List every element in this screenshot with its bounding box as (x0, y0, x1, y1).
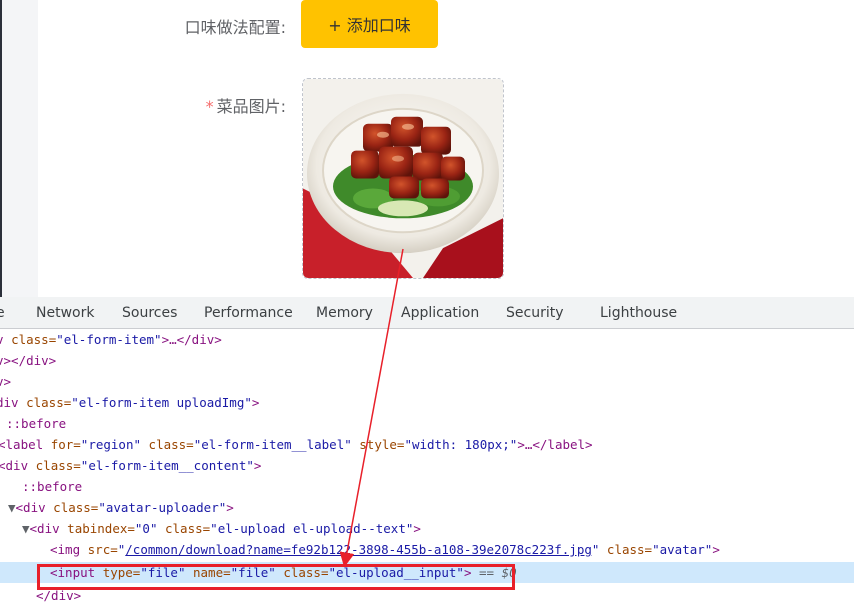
code-line-before[interactable]: ::before (6, 413, 854, 434)
flavor-config-label-text: 口味做法配置: (184, 18, 286, 37)
left-gutter (0, 0, 38, 297)
tab-network[interactable]: Network (36, 297, 94, 328)
code-attr: class= (599, 542, 653, 557)
tab-sources[interactable]: Sources (122, 297, 177, 328)
code-attr: type= (102, 565, 141, 580)
elements-tree: v class="el-form-item">…</div> v></div> … (0, 329, 854, 615)
code-tag: > (251, 395, 260, 410)
code-attr: class= (157, 521, 211, 536)
code-value: "file" (230, 565, 276, 580)
code-value: "el-upload el-upload--text" (210, 521, 414, 536)
tab-application[interactable]: Application (401, 297, 479, 328)
code-line-form-item[interactable]: v class="el-form-item">…</div> (0, 329, 850, 350)
code-tag: v (0, 332, 11, 347)
code-line-div-close[interactable]: </div> (36, 585, 854, 606)
code-attr: for= (50, 437, 81, 452)
code-pseudo: ::before (22, 479, 83, 494)
devtools-panel: e Network Sources Performance Memory App… (0, 297, 854, 615)
code-tag: <img (50, 542, 88, 557)
tab-memory[interactable]: Memory (316, 297, 373, 328)
tab-elements-partial[interactable]: e (0, 297, 5, 328)
code-value: "width: 180px;" (404, 437, 518, 452)
tab-security[interactable]: Security (506, 297, 564, 328)
devtools-tabbar: e Network Sources Performance Memory App… (0, 297, 854, 329)
code-value: "el-form-item uploadImg" (71, 395, 252, 410)
code-line-form-item-content[interactable]: <div class="el-form-item__content"> (0, 455, 852, 476)
flavor-config-label: 口味做法配置: (185, 14, 286, 38)
code-tag: <label (0, 437, 51, 452)
add-flavor-button-label: + 添加口味 (328, 16, 411, 35)
code-tag: v></div> (0, 353, 57, 368)
image-uploader[interactable] (302, 78, 504, 279)
code-value: "avatar-uploader" (98, 500, 227, 515)
code-line-avatar-uploader[interactable]: ▼<div class="avatar-uploader"> (8, 497, 854, 518)
code-value: "avatar" (652, 542, 713, 557)
code-value: "el-form-item" (56, 332, 162, 347)
code-tag: div (0, 395, 19, 410)
code-attr: class= (35, 458, 81, 473)
code-attr: class= (53, 500, 99, 515)
code-line-input-selected[interactable]: <input type="file" name="file" class="el… (0, 562, 854, 583)
expand-triangle-icon[interactable]: ▼ (22, 521, 30, 536)
code-value: "el-form-item__label" (193, 437, 352, 452)
code-tag: v> (0, 374, 12, 389)
page-content: 口味做法配置: + 添加口味 * 菜品图片: (0, 0, 854, 297)
code-value: "region" (80, 437, 142, 452)
code-line-form-item-upload[interactable]: div class="el-form-item uploadImg"> (0, 392, 850, 413)
code-attr: class= (275, 565, 329, 580)
code-line-el-upload[interactable]: ▼<div tabindex="0" class="el-upload el-u… (22, 518, 854, 539)
code-tag: </div> (36, 588, 82, 603)
code-tag: <div (0, 458, 36, 473)
code-attr: name= (185, 565, 231, 580)
code-line-div-close[interactable]: v> (0, 371, 850, 392)
selected-node-marker: == $0 (471, 565, 517, 580)
dish-image (303, 79, 503, 278)
img-src-link[interactable]: /common/download?name=fe92b122-3898-455b… (125, 542, 592, 557)
code-tag: >…</label> (517, 437, 593, 452)
code-tag: > (413, 521, 421, 536)
code-attr: class= (11, 332, 57, 347)
code-attr: style= (351, 437, 405, 452)
code-value: "0" (134, 521, 158, 536)
code-line-before[interactable]: ::before (22, 476, 854, 497)
tab-lighthouse[interactable]: Lighthouse (600, 297, 677, 328)
code-value: "el-form-item__content" (80, 458, 254, 473)
code-tag: > (226, 500, 234, 515)
required-star: * (205, 97, 214, 116)
code-pseudo: ::before (6, 416, 67, 431)
code-attr: class= (141, 437, 194, 452)
code-tag: <div (29, 521, 68, 536)
add-flavor-button[interactable]: + 添加口味 (301, 0, 438, 48)
code-tag: >…</div> (161, 332, 222, 347)
code-line-img[interactable]: <img src="/common/download?name=fe92b122… (50, 539, 854, 560)
code-attr: tabindex= (67, 521, 135, 536)
sidebar-edge (0, 0, 2, 297)
code-line-label[interactable]: <label for="region" class="el-form-item_… (0, 434, 852, 455)
code-line-div-close[interactable]: v></div> (0, 350, 850, 371)
dish-image-label: * 菜品图片: (206, 93, 286, 117)
code-tag: > (253, 458, 262, 473)
code-value: "el-upload__input" (328, 565, 464, 580)
dish-image-label-text: 菜品图片: (216, 97, 286, 116)
expand-triangle-icon[interactable]: ▼ (8, 500, 16, 515)
code-attr: src= (87, 542, 118, 557)
code-tag: <div (15, 500, 54, 515)
code-tag: > (712, 542, 720, 557)
code-attr: class= (26, 395, 72, 410)
tab-performance[interactable]: Performance (204, 297, 293, 328)
code-value: "file" (140, 565, 186, 580)
code-tag: <input (50, 565, 103, 580)
